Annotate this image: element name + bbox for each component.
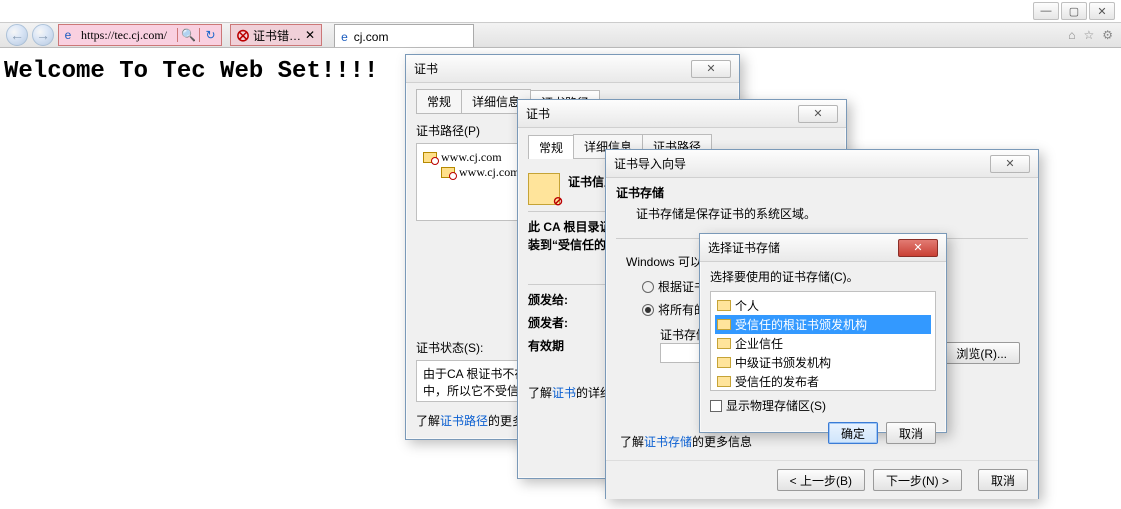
certificate-icon: ⊘ bbox=[528, 173, 560, 205]
close-icon[interactable]: ✕ bbox=[990, 155, 1030, 173]
tab-page[interactable]: e cj.com bbox=[334, 24, 474, 47]
ok-button[interactable]: 确定 bbox=[828, 422, 878, 444]
folder-icon bbox=[717, 319, 731, 330]
tab-general[interactable]: 常规 bbox=[416, 89, 462, 113]
address-bar[interactable]: e https://tec.cj.com/ 🔍 ↻ bbox=[58, 24, 222, 46]
error-icon: ⨂ bbox=[237, 28, 249, 42]
wizard-heading: 证书存储 bbox=[616, 184, 1028, 201]
browse-button[interactable]: 浏览(R)... bbox=[943, 342, 1020, 364]
next-button[interactable]: 下一步(N) > bbox=[873, 469, 962, 491]
folder-icon bbox=[717, 300, 731, 311]
cancel-button[interactable]: 取消 bbox=[886, 422, 936, 444]
close-icon[interactable]: ✕ bbox=[898, 239, 938, 257]
maximize-button[interactable]: ▢ bbox=[1061, 2, 1087, 20]
minimize-button[interactable]: — bbox=[1033, 2, 1059, 20]
dialog-title: 证书 bbox=[414, 60, 691, 77]
url-text[interactable]: https://tec.cj.com/ bbox=[77, 28, 177, 43]
store-item-enterprise[interactable]: 企业信任 bbox=[715, 334, 931, 353]
picker-instruction: 选择要使用的证书存储(C)。 bbox=[710, 268, 936, 285]
cert-store-tree[interactable]: 个人 受信任的根证书颁发机构 企业信任 中级证书颁发机构 受信任的发布者 不信任… bbox=[710, 291, 936, 391]
cancel-button[interactable]: 取消 bbox=[978, 469, 1028, 491]
certificate-error-indicator[interactable]: ⨂ 证书错… ✕ bbox=[230, 24, 322, 46]
tab-general[interactable]: 常规 bbox=[528, 135, 574, 159]
search-icon[interactable]: 🔍 bbox=[177, 28, 199, 42]
dialog-titlebar[interactable]: 证书导入向导 ✕ bbox=[606, 150, 1038, 178]
tab-strip: e cj.com bbox=[334, 24, 474, 47]
store-item-trusted-pub[interactable]: 受信任的发布者 bbox=[715, 372, 931, 391]
gear-icon[interactable]: ⚙ bbox=[1102, 28, 1113, 42]
close-button[interactable]: ✕ bbox=[1089, 2, 1115, 20]
toolbar-right-icons: ⌂ ☆ ⚙ bbox=[1068, 28, 1113, 42]
cert-error-label: 证书错… bbox=[253, 27, 301, 44]
folder-icon bbox=[717, 357, 731, 368]
radio-manual[interactable] bbox=[642, 304, 654, 316]
page-body: Welcome To Tec Web Set!!!! 证书 ✕ 常规 详细信息 … bbox=[0, 48, 1121, 509]
home-icon[interactable]: ⌂ bbox=[1068, 28, 1075, 42]
cert-store-link[interactable]: 证书存储 bbox=[644, 435, 692, 449]
store-item-trusted-root[interactable]: 受信任的根证书颁发机构 bbox=[715, 315, 931, 334]
show-physical-label: 显示物理存储区(S) bbox=[726, 397, 826, 414]
issued-by-label: 颁发者: bbox=[528, 314, 568, 331]
folder-icon bbox=[717, 376, 731, 387]
dialog-title: 选择证书存储 bbox=[708, 239, 898, 256]
select-cert-store-dialog: 选择证书存储 ✕ 选择要使用的证书存储(C)。 个人 受信任的根证书颁发机构 企… bbox=[699, 233, 947, 433]
ie-icon: e bbox=[59, 28, 77, 42]
dialog-titlebar[interactable]: 证书 ✕ bbox=[406, 55, 739, 83]
dialog-titlebar[interactable]: 选择证书存储 ✕ bbox=[700, 234, 946, 262]
cert-path-link[interactable]: 证书路径 bbox=[440, 414, 488, 428]
close-icon[interactable]: ✕ bbox=[798, 105, 838, 123]
dialog-titlebar[interactable]: 证书 ✕ bbox=[518, 100, 846, 128]
refresh-icon[interactable]: ↻ bbox=[199, 28, 221, 42]
dialog-title: 证书 bbox=[526, 105, 798, 122]
wizard-button-row: < 上一步(B) 下一步(N) > 取消 bbox=[606, 460, 1038, 499]
forward-button[interactable]: → bbox=[32, 24, 54, 46]
wizard-subtext: 证书存储是保存证书的系统区域。 bbox=[636, 205, 1028, 222]
tab-label: cj.com bbox=[354, 30, 389, 44]
favorites-icon[interactable]: ☆ bbox=[1083, 28, 1094, 42]
browser-toolbar: ← → e https://tec.cj.com/ 🔍 ↻ ⨂ 证书错… ✕ e… bbox=[0, 22, 1121, 48]
folder-icon bbox=[717, 338, 731, 349]
dialog-title: 证书导入向导 bbox=[614, 155, 990, 172]
show-physical-checkbox[interactable] bbox=[710, 400, 722, 412]
cert-icon bbox=[441, 167, 455, 178]
back-button[interactable]: < 上一步(B) bbox=[777, 469, 865, 491]
radio-auto[interactable] bbox=[642, 281, 654, 293]
valid-label: 有效期 bbox=[528, 337, 564, 354]
ie-icon: e bbox=[341, 30, 348, 44]
store-item-intermediate[interactable]: 中级证书颁发机构 bbox=[715, 353, 931, 372]
store-item-personal[interactable]: 个人 bbox=[715, 296, 931, 315]
back-button[interactable]: ← bbox=[6, 24, 28, 46]
cert-icon bbox=[423, 152, 437, 163]
cert-link[interactable]: 证书 bbox=[552, 386, 576, 400]
issued-to-label: 颁发给: bbox=[528, 291, 568, 308]
tab-close-icon[interactable]: ✕ bbox=[305, 28, 315, 42]
close-icon[interactable]: ✕ bbox=[691, 60, 731, 78]
window-controls: — ▢ ✕ bbox=[1033, 2, 1115, 20]
